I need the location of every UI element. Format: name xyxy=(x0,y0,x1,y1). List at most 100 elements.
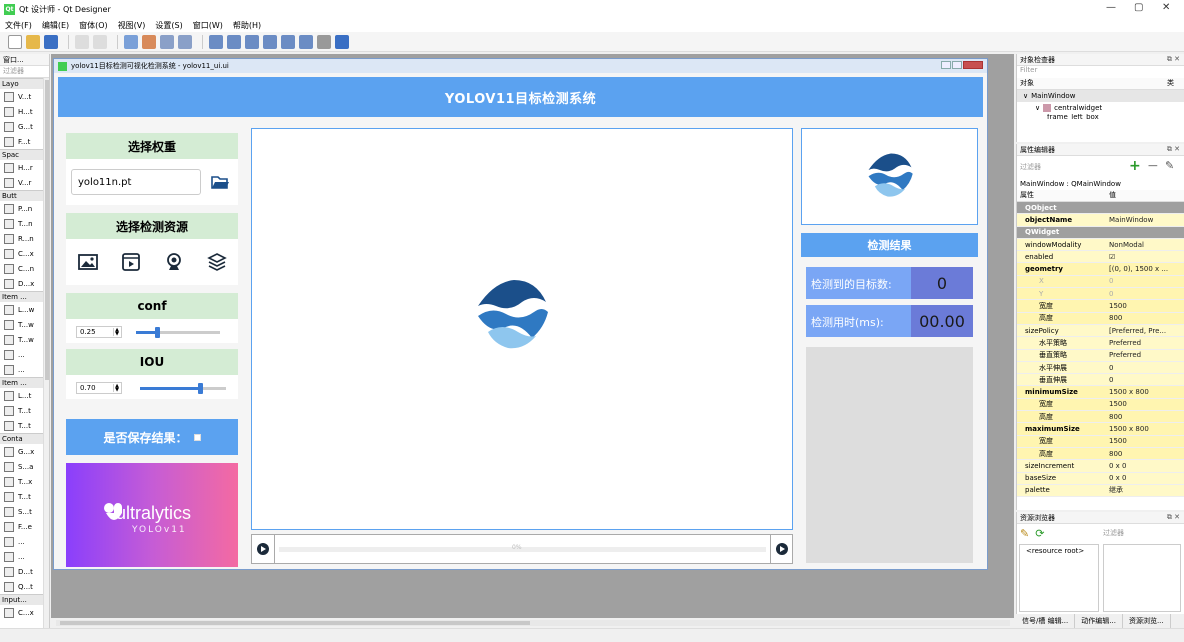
property-row[interactable]: 高度 800 xyxy=(1017,447,1184,461)
property-value[interactable]: [Preferred, Pre... xyxy=(1109,327,1179,335)
layers-icon[interactable] xyxy=(206,252,227,272)
video-icon[interactable] xyxy=(121,252,141,272)
widget-item[interactable]: S...t xyxy=(0,504,49,519)
form-minimize-button[interactable] xyxy=(941,61,951,69)
conf-spinbox[interactable]: 0.25 ▲ ▼ xyxy=(76,326,122,338)
menu-form[interactable]: 窗体(O) xyxy=(79,20,108,31)
edit-widgets-icon[interactable] xyxy=(124,34,138,49)
property-value[interactable]: 1500 xyxy=(1109,437,1179,445)
property-row[interactable]: geometry [(0, 0), 1500 x ... xyxy=(1017,263,1184,276)
widget-item[interactable]: D...x xyxy=(0,276,49,291)
property-row[interactable]: sizeIncrement 0 x 0 xyxy=(1017,460,1184,473)
property-value[interactable]: [(0, 0), 1500 x ... xyxy=(1109,265,1179,273)
widget-item[interactable]: F...t xyxy=(0,134,49,149)
property-value[interactable]: 0 xyxy=(1109,290,1179,298)
save-result-checkbox[interactable] xyxy=(193,433,201,441)
layout-form-icon[interactable] xyxy=(299,34,313,49)
adjust-size-icon[interactable] xyxy=(335,34,349,49)
widget-item[interactable]: D...t xyxy=(0,564,49,579)
break-layout-icon[interactable] xyxy=(317,34,331,49)
layout-horizontal-icon[interactable] xyxy=(209,34,223,49)
widget-item[interactable]: T...w xyxy=(0,317,49,332)
tree-item-centralwidget[interactable]: ∨ centralwidget xyxy=(1017,102,1184,114)
property-value[interactable]: 0 xyxy=(1109,277,1179,285)
property-row[interactable]: X0 xyxy=(1017,275,1184,289)
widget-item[interactable]: S...a xyxy=(0,459,49,474)
widget-item[interactable]: C...x xyxy=(0,605,49,620)
menu-view[interactable]: 视图(V) xyxy=(118,20,146,31)
property-value[interactable]: 继承 xyxy=(1109,485,1179,495)
widget-item[interactable]: T...t xyxy=(0,489,49,504)
remove-property-icon[interactable]: − xyxy=(1147,158,1159,174)
widget-item[interactable]: Q...t xyxy=(0,579,49,594)
property-value[interactable]: 1500 x 800 xyxy=(1109,425,1179,433)
property-value[interactable]: MainWindow xyxy=(1109,216,1179,224)
widget-item[interactable]: T...x xyxy=(0,474,49,489)
widget-item[interactable]: G...x xyxy=(0,444,49,459)
property-row[interactable]: 宽度 1500 xyxy=(1017,398,1184,412)
spin-arrows-icon[interactable]: ▲ ▼ xyxy=(113,384,120,393)
minimize-button[interactable]: — xyxy=(1106,2,1116,13)
property-row[interactable]: sizePolicy [Preferred, Pre... xyxy=(1017,324,1184,338)
widget-item[interactable]: R...n xyxy=(0,231,49,246)
property-value[interactable]: 0 x 0 xyxy=(1109,462,1179,470)
add-property-icon[interactable]: + xyxy=(1129,158,1141,174)
property-value[interactable]: NonModal xyxy=(1109,241,1179,249)
form-maximize-button[interactable] xyxy=(952,61,962,69)
widget-item[interactable]: F...e xyxy=(0,519,49,534)
play-button[interactable] xyxy=(257,543,269,555)
close-button[interactable]: ✕ xyxy=(1162,2,1170,13)
camera-icon[interactable] xyxy=(164,252,184,272)
paste-icon[interactable] xyxy=(93,34,107,49)
menu-settings[interactable]: 设置(S) xyxy=(155,20,182,31)
dock-float-close-icon[interactable]: ⧉ ✕ xyxy=(1167,145,1180,154)
widget-item[interactable]: ... xyxy=(0,362,49,377)
tab-resource-browser[interactable]: 资源浏览... xyxy=(1123,614,1171,628)
property-value[interactable]: 1500 xyxy=(1109,302,1179,310)
iou-spinbox[interactable]: 0.70 ▲ ▼ xyxy=(76,382,122,394)
property-row[interactable]: enabled ☑ xyxy=(1017,251,1184,264)
resource-root[interactable]: <resource root> xyxy=(1026,547,1084,555)
property-row[interactable]: 高度 800 xyxy=(1017,411,1184,424)
widget-item[interactable]: C...n xyxy=(0,261,49,276)
iou-slider-handle[interactable] xyxy=(198,383,204,394)
widget-item[interactable]: P...n xyxy=(0,201,49,216)
property-value[interactable]: 0 xyxy=(1109,376,1179,384)
property-value[interactable]: 0 xyxy=(1109,364,1179,372)
widget-category[interactable]: Item ... xyxy=(0,291,49,302)
conf-slider-handle[interactable] xyxy=(155,327,160,338)
tree-item-mainwindow[interactable]: ∨ MainWindow xyxy=(1017,90,1184,102)
weight-input[interactable]: yolo11n.pt xyxy=(71,169,201,195)
property-value[interactable]: ☑ xyxy=(1109,253,1179,261)
property-row[interactable]: maximumSize 1500 x 800 xyxy=(1017,423,1184,436)
property-row[interactable]: palette 继承 xyxy=(1017,484,1184,498)
widget-item[interactable]: T...w xyxy=(0,332,49,347)
edit-tab-order-icon[interactable] xyxy=(178,34,192,49)
edit-buddies-icon[interactable] xyxy=(160,34,174,49)
property-row[interactable]: Y0 xyxy=(1017,288,1184,301)
property-filter[interactable]: 过滤器 xyxy=(1020,162,1041,172)
form-close-button[interactable] xyxy=(963,61,983,69)
widget-item[interactable]: ... xyxy=(0,534,49,549)
video-progress-bar[interactable] xyxy=(279,547,766,552)
widget-category[interactable]: Layo xyxy=(0,78,49,89)
widget-item[interactable]: T...t xyxy=(0,418,49,433)
property-value[interactable]: 1500 xyxy=(1109,400,1179,408)
property-value[interactable]: Preferred xyxy=(1109,339,1179,347)
layout-v-splitter-icon[interactable] xyxy=(263,34,277,49)
wrench-icon[interactable]: ✎ xyxy=(1165,159,1174,172)
dock-float-close-icon[interactable]: ⧉ ✕ xyxy=(1167,513,1180,522)
widget-item[interactable]: ... xyxy=(0,549,49,564)
widget-item[interactable]: T...n xyxy=(0,216,49,231)
widget-category[interactable]: Item ... xyxy=(0,377,49,388)
property-value[interactable]: 800 xyxy=(1109,450,1179,458)
widget-item[interactable]: T...t xyxy=(0,403,49,418)
property-value[interactable]: Preferred xyxy=(1109,351,1179,359)
widget-box-scrollbar[interactable] xyxy=(43,78,49,628)
open-folder-icon[interactable] xyxy=(26,34,40,49)
menu-window[interactable]: 窗口(W) xyxy=(193,20,223,31)
stop-button[interactable] xyxy=(776,543,788,555)
property-row[interactable]: 垂直策略 Preferred xyxy=(1017,349,1184,362)
property-value[interactable]: 800 xyxy=(1109,413,1179,421)
copy-icon[interactable] xyxy=(75,34,89,49)
